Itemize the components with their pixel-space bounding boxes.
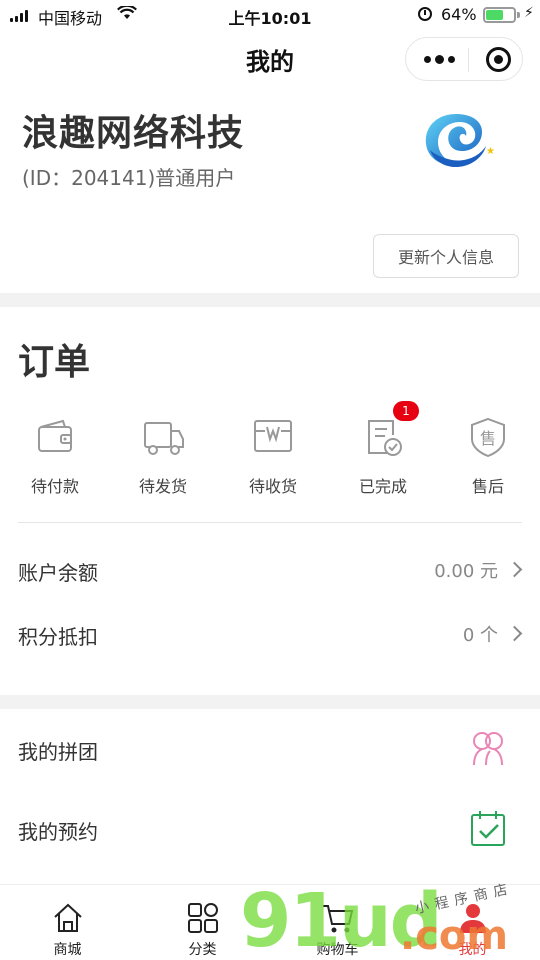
company-name: 浪趣网络科技 — [22, 113, 245, 154]
home-icon — [53, 903, 82, 932]
tab-me-label: 我的 — [458, 942, 487, 958]
tab-cart[interactable]: 购物车 — [270, 885, 405, 960]
battery-icon — [483, 7, 516, 23]
tab-category-label: 分类 — [188, 942, 217, 958]
orders-title: 订单 — [18, 342, 91, 383]
status-bar: 中国移动 上午10:01 64% ⚡ — [0, 0, 540, 30]
order-pending-payment[interactable]: 待付款 — [15, 415, 95, 497]
order-after-sales[interactable]: 售 售后 — [448, 415, 528, 497]
group-icon — [473, 732, 503, 766]
order-pending-shipment-label: 待发货 — [138, 477, 187, 496]
points-deduction-label: 积分抵扣 — [18, 625, 98, 649]
order-pending-receipt[interactable]: 待收货 — [233, 415, 313, 497]
tab-bar: 商城 分类 购物车 我的 — [0, 884, 540, 960]
category-grid-icon — [187, 903, 218, 933]
extras-card: 我的拼团 我的预约 — [0, 709, 540, 884]
points-deduction-row[interactable]: 积分抵扣 0 个 — [0, 604, 540, 664]
capsule-divider — [468, 48, 469, 72]
box-icon — [254, 420, 292, 452]
wallet-icon — [38, 419, 72, 452]
svg-text:★: ★ — [486, 146, 495, 157]
update-profile-button[interactable]: 更新个人信息 — [373, 234, 519, 278]
profile-card: 浪趣网络科技 (ID：204141)普通用户 ★ 更新个人信息 — [0, 88, 540, 293]
tab-category[interactable]: 分类 — [135, 885, 270, 960]
account-balance-row[interactable]: 账户余额 0.00 元 — [0, 540, 540, 600]
company-logo: ★ — [425, 114, 495, 168]
orders-divider — [18, 522, 522, 523]
more-options-icon[interactable] — [424, 55, 455, 64]
tab-home-label: 商城 — [53, 942, 82, 958]
order-pending-receipt-label: 待收货 — [248, 477, 297, 496]
group-buy-label: 我的拼团 — [18, 740, 98, 764]
account-balance-label: 账户余额 — [18, 561, 98, 585]
calendar-check-icon — [471, 811, 505, 846]
battery-percent: 64% — [441, 5, 477, 24]
order-pending-payment-label: 待付款 — [30, 477, 79, 496]
account-balance-value: 0.00 元 — [434, 561, 498, 582]
svg-text:售: 售 — [480, 429, 496, 448]
order-after-sales-label: 售后 — [471, 477, 504, 496]
order-completed[interactable]: 1 已完成 — [343, 401, 423, 497]
charging-bolt-icon: ⚡ — [524, 5, 534, 21]
completed-doc-icon — [368, 420, 402, 456]
user-icon — [459, 904, 486, 933]
tab-home[interactable]: 商城 — [0, 885, 135, 960]
group-buy-row[interactable]: 我的拼团 — [0, 719, 540, 779]
order-pending-shipment[interactable]: 待发货 — [123, 415, 203, 497]
completed-count-badge: 1 — [393, 401, 419, 421]
battery-level — [486, 10, 504, 20]
cart-icon — [322, 905, 353, 933]
user-id: (ID：204141)普通用户 — [22, 166, 236, 190]
navigation-bar: 我的 — [0, 30, 540, 88]
battery-cap — [517, 12, 520, 18]
tab-cart-label: 购物车 — [316, 942, 359, 958]
alarm-icon — [418, 7, 432, 21]
truck-icon — [144, 422, 184, 455]
close-mini-program-icon[interactable] — [486, 47, 511, 72]
mini-program-capsule — [405, 37, 523, 81]
reservation-row[interactable]: 我的预约 — [0, 799, 540, 859]
orders-card: 订单 待付款 待发货 待收货 1 已完成 售 售后 账户余额 0.00 元 积分… — [0, 307, 540, 695]
reservation-label: 我的预约 — [18, 820, 98, 844]
points-deduction-value: 0 个 — [462, 625, 498, 646]
after-sales-shield-icon: 售 — [471, 417, 505, 458]
order-completed-label: 已完成 — [358, 477, 407, 496]
tab-me[interactable]: 我的 — [405, 885, 540, 960]
chevron-right-icon — [506, 561, 523, 578]
chevron-right-icon — [506, 625, 523, 642]
